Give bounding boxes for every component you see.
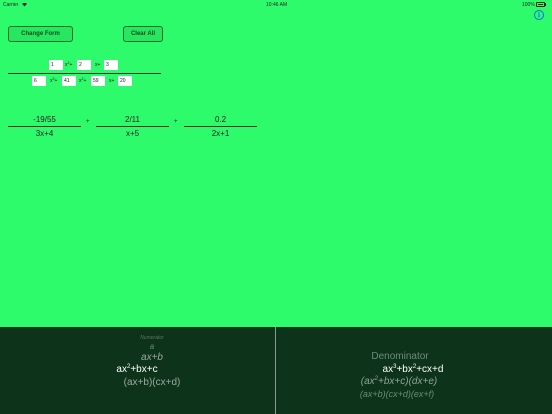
numerator-selected-option[interactable]: ax2+bx+c: [116, 364, 157, 375]
numerator-option-product[interactable]: (ax+b)(cx+d): [124, 377, 181, 388]
input-fraction-bar: [8, 73, 161, 74]
denominator-b-input[interactable]: 41: [62, 76, 76, 86]
fraction-3-denominator: 2x+1: [211, 129, 230, 138]
plus-sign-2: +: [174, 119, 178, 125]
fraction-2-bar: [96, 126, 169, 127]
denominator-c-input[interactable]: 59: [91, 76, 105, 86]
x-symbol-2: x+: [109, 78, 115, 84]
denominator-selected-option[interactable]: ax3+bx2+cx+d: [383, 364, 444, 375]
numerator-c-input[interactable]: 3: [104, 60, 118, 70]
numerator-b-input[interactable]: 2: [77, 60, 91, 70]
denominator-a-input[interactable]: 6: [32, 76, 46, 86]
fraction-1-bar: [8, 126, 81, 127]
fraction-3-numerator: 0.2: [214, 115, 227, 124]
denominator-option-triple-product[interactable]: (ax+b)(cx+d)(ex+f): [360, 389, 434, 399]
numerator-option-a[interactable]: a: [150, 342, 154, 351]
battery-tip: [545, 3, 546, 6]
plus-sign-1: +: [86, 119, 90, 125]
battery-percent: 100%: [522, 2, 535, 8]
numerator-picker-title: Numerator: [140, 335, 164, 341]
picker-divider: [275, 327, 276, 414]
fraction-2-denominator: x+5: [125, 129, 140, 138]
fraction-3-bar: [184, 126, 257, 127]
wifi-icon: [22, 2, 27, 7]
denominator-option-quadratic-linear[interactable]: (ax2+bx+c)(dx+e): [361, 376, 437, 387]
battery-icon: [536, 2, 545, 7]
clear-all-button[interactable]: Clear All: [123, 26, 163, 42]
x-symbol: x+: [95, 62, 101, 68]
fraction-1-numerator: -19/55: [33, 115, 56, 124]
denominator-d-input[interactable]: 20: [118, 76, 132, 86]
fraction-2-numerator: 2/11: [125, 115, 140, 124]
numerator-a-input[interactable]: 1: [49, 60, 63, 70]
carrier-label: Carrier: [3, 2, 19, 8]
x-squared-symbol: x2+: [65, 61, 73, 68]
info-icon[interactable]: i: [534, 10, 544, 20]
denominator-picker-title: Denominator: [371, 351, 429, 362]
time-label: 10:46 AM: [266, 2, 288, 8]
change-form-button[interactable]: Change Form: [8, 26, 73, 42]
fraction-1-denominator: 3x+4: [35, 129, 54, 138]
x-cubed-symbol: x3+: [50, 77, 58, 84]
x-squared-symbol-2: x2+: [79, 77, 87, 84]
numerator-option-linear[interactable]: ax+b: [141, 352, 163, 363]
